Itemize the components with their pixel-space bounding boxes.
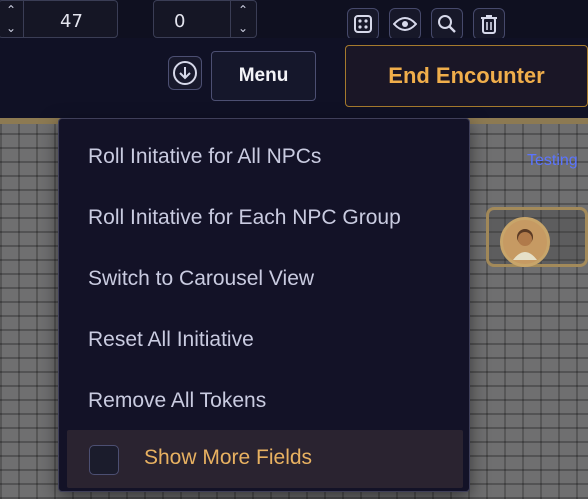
- search-icon[interactable]: [431, 8, 463, 40]
- menu-item-roll-all-npcs[interactable]: Roll Initative for All NPCs: [88, 145, 321, 169]
- stepper-down-icon[interactable]: ⌄: [0, 19, 23, 37]
- menu-item-reset-initiative[interactable]: Reset All Initiative: [88, 328, 254, 352]
- stepper-up-icon[interactable]: ⌃: [0, 1, 23, 19]
- modifier-stepper[interactable]: 0 ⌃ ⌄: [153, 0, 257, 38]
- show-more-fields-label[interactable]: Show More Fields: [144, 446, 312, 470]
- stepper-up-icon[interactable]: ⌃: [231, 1, 255, 19]
- menu-item-roll-each-npc-group[interactable]: Roll Initative for Each NPC Group: [88, 206, 401, 230]
- initiative-stepper-arrows[interactable]: ⌃ ⌄: [0, 1, 24, 37]
- portrait-icon: [513, 229, 537, 260]
- map-label: Testing: [527, 152, 578, 169]
- scroll-down-button[interactable]: [168, 56, 202, 90]
- initiative-value[interactable]: 47: [60, 11, 83, 32]
- menu-item-remove-tokens[interactable]: Remove All Tokens: [88, 389, 266, 413]
- arrow-down-circle-icon: [173, 61, 197, 85]
- initiative-stepper[interactable]: ⌃ ⌄ 47: [0, 0, 118, 38]
- dice-icon[interactable]: [347, 8, 379, 40]
- modifier-stepper-arrows[interactable]: ⌃ ⌄: [230, 1, 255, 37]
- modifier-value[interactable]: 0: [174, 11, 185, 32]
- menu-item-switch-carousel[interactable]: Switch to Carousel View: [88, 267, 314, 291]
- show-more-fields-checkbox[interactable]: [89, 445, 119, 475]
- menu-button[interactable]: Menu: [211, 51, 316, 101]
- eye-icon[interactable]: [389, 8, 421, 40]
- top-toolbar: ⌃ ⌄ 47 0 ⌃ ⌄: [0, 0, 588, 40]
- end-encounter-button[interactable]: End Encounter: [345, 45, 588, 107]
- character-token[interactable]: [500, 217, 550, 267]
- encounter-menu-dropdown: Roll Initative for All NPCs Roll Initati…: [58, 118, 470, 492]
- trash-icon[interactable]: [473, 8, 505, 40]
- stepper-down-icon[interactable]: ⌄: [231, 19, 255, 37]
